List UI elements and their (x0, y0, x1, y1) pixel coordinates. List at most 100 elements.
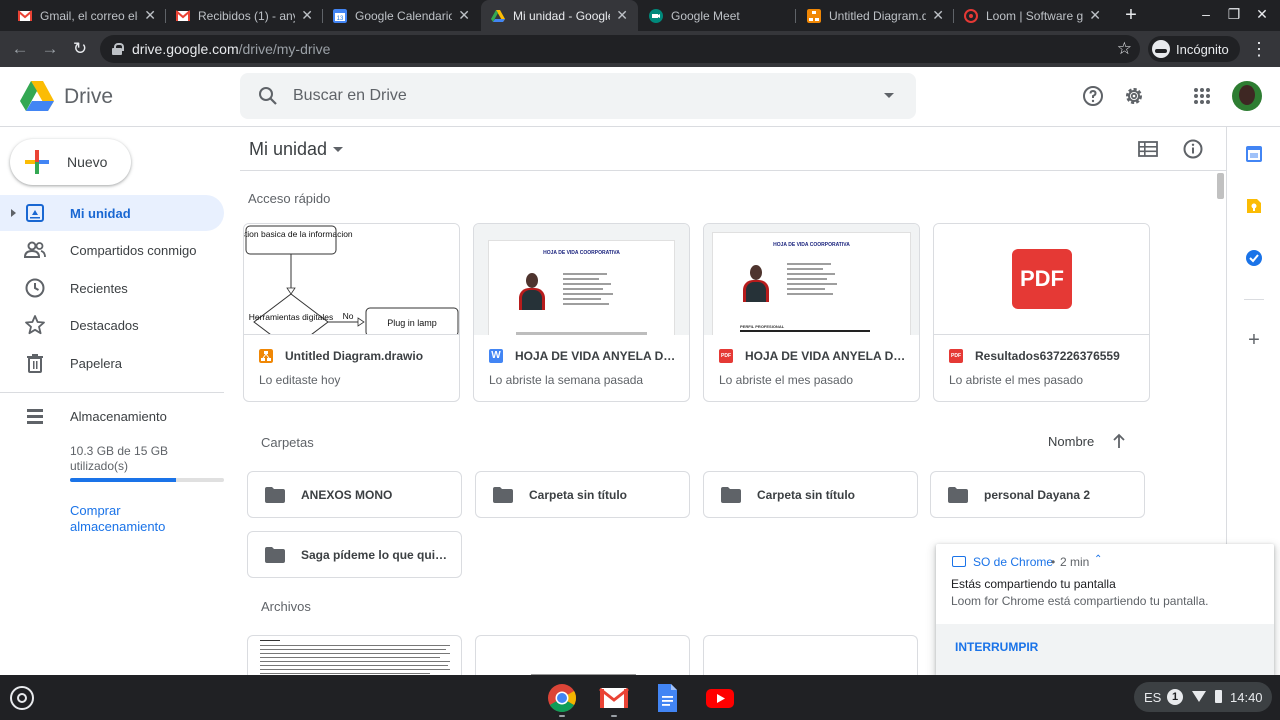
folder-item[interactable]: Carpeta sin título (703, 471, 918, 518)
close-window-icon[interactable]: ✕ (1252, 6, 1272, 23)
list-view-icon[interactable] (1138, 140, 1158, 158)
quick-access-card[interactable]: Gestion basica de la informacion Herrami… (243, 223, 460, 402)
folder-item[interactable]: Carpeta sin título (475, 471, 690, 518)
close-icon[interactable]: ✕ (144, 7, 156, 24)
folder-name: Saga pídeme lo que quieras (301, 548, 451, 562)
chevron-up-icon[interactable]: ⌃ (1094, 554, 1102, 565)
sidebar-item-starred[interactable]: Destacados (0, 307, 224, 343)
sidebar-item-label: Recientes (70, 281, 128, 296)
separator-dot: • (1051, 555, 1056, 569)
forward-icon[interactable]: → (38, 37, 62, 61)
close-icon[interactable]: ✕ (1089, 7, 1101, 24)
quick-access-card[interactable]: HOJA DE VIDA COORPORATIVA PERFIL PROFESI… (703, 223, 920, 402)
sidebar-item-trash[interactable]: Papelera (0, 345, 224, 381)
minimize-icon[interactable]: – (1196, 6, 1216, 22)
incognito-label: Incógnito (1176, 41, 1229, 57)
folder-item[interactable]: personal Dayana 2 (930, 471, 1145, 518)
storage-progress-fill (70, 478, 176, 482)
new-button-label: Nuevo (67, 154, 108, 170)
account-avatar[interactable] (1232, 81, 1262, 111)
tab-loom[interactable]: Loom | Software gratuito ✕ (954, 0, 1111, 31)
sidebar-item-storage[interactable]: Almacenamiento (0, 398, 224, 434)
quick-access-name: HOJA DE VIDA ANYELA DANIELA (745, 349, 911, 363)
drive-logo-icon[interactable] (20, 80, 54, 112)
quick-access-name: Untitled Diagram.drawio (285, 349, 424, 363)
title-dropdown-icon[interactable] (333, 147, 343, 152)
search-bar[interactable] (240, 73, 916, 119)
diagram-thumbnail: Gestion basica de la informacion Herrami… (244, 224, 459, 335)
tab-meet[interactable]: Google Meet (639, 0, 796, 31)
screen-share-icon (952, 556, 966, 567)
drive-icon (491, 9, 505, 22)
expand-caret-icon[interactable] (11, 209, 16, 217)
incognito-badge[interactable]: Incógnito (1148, 36, 1240, 62)
help-icon[interactable] (1081, 84, 1105, 108)
sidebar-item-label: Destacados (70, 318, 139, 333)
sidebar-item-label: Almacenamiento (70, 409, 167, 424)
restore-icon[interactable]: ❐ (1224, 6, 1244, 23)
sidebar-item-shared[interactable]: Compartidos conmigo (0, 232, 224, 268)
system-clock: 14:40 (1230, 690, 1263, 705)
section-bar (516, 332, 647, 335)
keep-icon[interactable] (1245, 197, 1263, 215)
sidebar-item-recent[interactable]: Recientes (0, 270, 224, 306)
tab-drive[interactable]: Mi unidad - Google Drive ✕ (481, 0, 638, 31)
app-name[interactable]: Drive (64, 85, 113, 109)
drive-header: Drive (0, 67, 1280, 127)
folder-item[interactable]: Saga pídeme lo que quieras (247, 531, 462, 578)
reload-icon[interactable]: ↻ (68, 37, 92, 61)
search-input[interactable] (293, 85, 853, 107)
tab-inbox[interactable]: Recibidos (1) - anyela ✕ (166, 0, 323, 31)
sort-arrow-up-icon[interactable] (1112, 433, 1126, 449)
quick-access-card[interactable]: HOJA DE VIDA COORPORATIVA W HOJA DE VIDA… (473, 223, 690, 402)
settings-gear-icon[interactable] (1122, 84, 1146, 108)
youtube-icon[interactable] (705, 683, 735, 713)
back-icon[interactable]: ← (8, 37, 32, 61)
new-tab-button[interactable]: + (1120, 4, 1142, 26)
clock-icon (25, 278, 45, 298)
scrollbar-thumb[interactable] (1217, 173, 1224, 199)
cv-section-label: PERFIL PROFESIONAL (740, 324, 785, 329)
tab-gmail[interactable]: Gmail, el correo electrónico de Google ✕ (8, 0, 166, 31)
buy-storage-link[interactable]: Comprar almacenamiento (70, 503, 190, 535)
gmail-icon (18, 9, 32, 21)
plus-icon (25, 150, 49, 174)
close-icon[interactable]: ✕ (616, 7, 628, 24)
new-button[interactable]: Nuevo (10, 139, 131, 185)
screen-share-notification: SO de Chrome • 2 min ⌃ Estás compartiend… (936, 544, 1274, 675)
apps-grid-icon[interactable] (1190, 84, 1214, 108)
profile-photo (517, 270, 547, 310)
page-title[interactable]: Mi unidad (249, 139, 327, 160)
os-shelf: ES 1 14:40 (0, 675, 1280, 720)
tab-calendar[interactable]: 13 Google Calendario ✕ (323, 0, 480, 31)
sidebar-item-label: Compartidos conmigo (70, 243, 197, 258)
cv-title: HOJA DE VIDA COORPORATIVA (773, 242, 850, 248)
launcher-icon[interactable] (10, 686, 34, 710)
bookmark-star-icon[interactable]: ☆ (1117, 39, 1132, 59)
system-tray[interactable]: ES 1 14:40 (1134, 682, 1272, 712)
folder-item[interactable]: ANEXOS MONO (247, 471, 462, 518)
search-icon[interactable] (257, 85, 279, 107)
quick-access-card[interactable]: PDF PDF Resultados637226376559 Lo abrist… (933, 223, 1150, 402)
browser-menu-icon[interactable]: ⋮ (1250, 37, 1268, 61)
search-options-icon[interactable] (884, 93, 894, 98)
info-icon[interactable] (1182, 138, 1204, 160)
close-icon[interactable]: ✕ (458, 7, 470, 24)
calendar-addon-icon[interactable] (1245, 145, 1263, 163)
close-icon[interactable]: ✕ (301, 7, 313, 24)
tasks-icon[interactable] (1245, 249, 1263, 267)
docs-icon[interactable] (652, 683, 682, 713)
close-icon[interactable]: ✕ (932, 7, 944, 24)
tab-label: Mi unidad - Google Drive (513, 8, 610, 23)
sort-by-name[interactable]: Nombre (1048, 434, 1094, 449)
meet-icon (649, 8, 663, 23)
stop-sharing-button[interactable]: INTERRUMPIR (955, 640, 1038, 654)
add-addon-icon[interactable]: + (1245, 330, 1263, 350)
gmail-icon[interactable] (599, 683, 629, 713)
tab-drawio[interactable]: Untitled Diagram.drawio ✕ (797, 0, 954, 31)
folder-icon (721, 487, 741, 503)
folder-name: Carpeta sin título (529, 488, 628, 502)
chrome-icon[interactable] (547, 683, 577, 713)
address-bar[interactable]: drive.google.com/drive/my-drive ☆ (100, 35, 1140, 63)
sidebar-item-my-drive[interactable]: Mi unidad (0, 195, 224, 231)
